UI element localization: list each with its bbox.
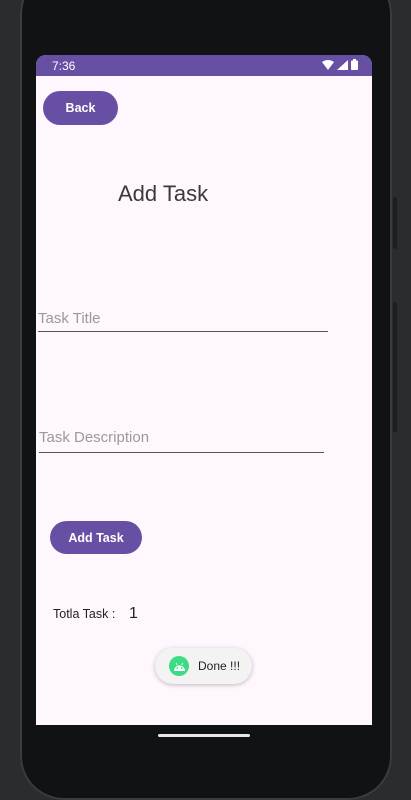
status-bar: 7:36 <box>36 55 372 76</box>
battery-icon <box>351 59 358 70</box>
back-button[interactable]: Back <box>43 91 118 125</box>
task-description-input[interactable]: Task Description <box>39 429 324 453</box>
power-button <box>393 197 397 249</box>
toast-text: Done !!! <box>198 659 241 673</box>
add-task-button-label: Add Task <box>68 530 124 545</box>
task-title-placeholder: Task Title <box>38 310 101 327</box>
back-button-label: Back <box>65 101 96 115</box>
toast-message: Done !!! <box>155 648 252 684</box>
total-task-value: 1 <box>129 605 138 622</box>
page-title: Add Task <box>118 181 209 206</box>
home-indicator[interactable] <box>158 734 250 737</box>
status-icons <box>322 59 358 70</box>
android-icon <box>169 656 189 676</box>
wifi-icon <box>322 59 334 70</box>
cellular-signal-icon <box>337 59 348 70</box>
add-task-button[interactable]: Add Task <box>50 521 142 554</box>
app-screen: 7:36 Back Add Task Task Title Task Descr… <box>36 55 372 725</box>
task-title-input[interactable]: Task Title <box>38 310 328 332</box>
total-task-label: Totla Task : <box>53 607 116 621</box>
status-time: 7:36 <box>52 59 76 73</box>
task-description-placeholder: Task Description <box>39 429 150 446</box>
volume-button <box>393 302 397 432</box>
